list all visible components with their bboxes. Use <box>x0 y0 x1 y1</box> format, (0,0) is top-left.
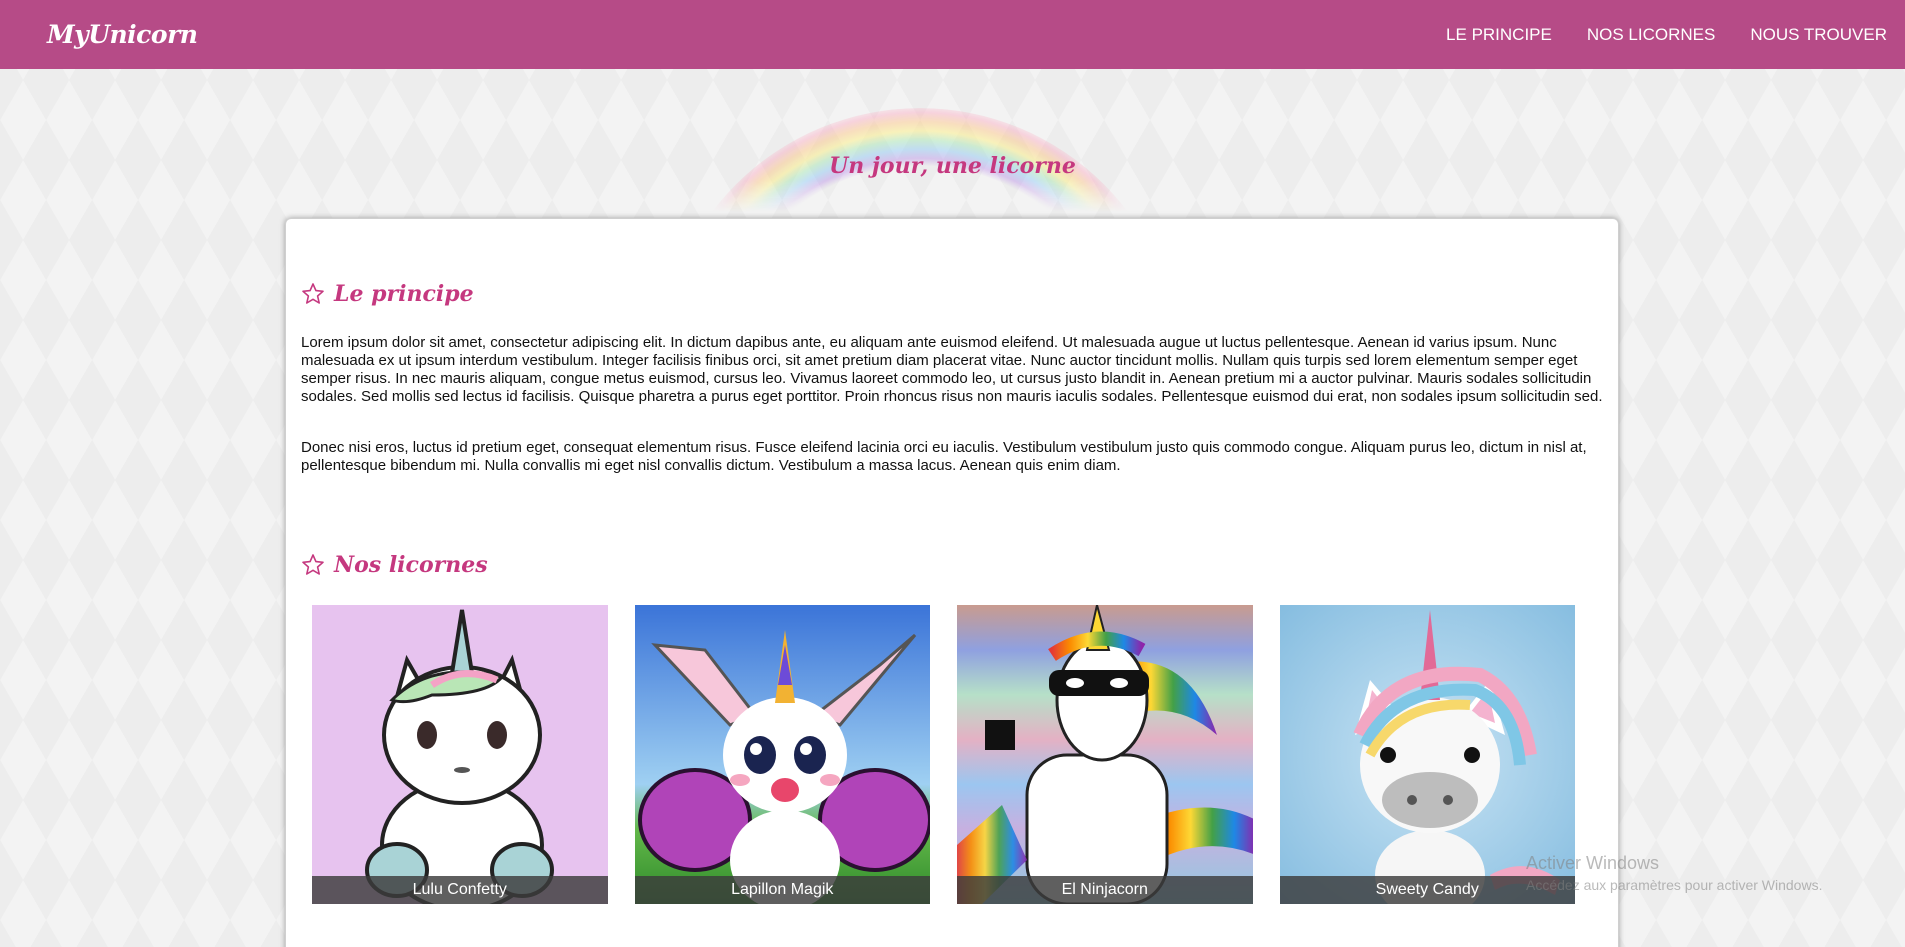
cartoon-unicorn-image <box>312 605 608 904</box>
nav-link-licornes[interactable]: NOS LICORNES <box>1587 25 1715 45</box>
unicorn-card[interactable]: El Ninjacorn <box>957 605 1253 904</box>
nav-link-nous-trouver[interactable]: NOUS TROUVER <box>1750 25 1887 45</box>
brand-logo[interactable]: MyUnicorn <box>47 20 198 49</box>
watermark-title: Activer Windows <box>1526 853 1660 873</box>
hero-tagline: Un jour, une licorne <box>829 153 1076 179</box>
section-title-principe: Le principe <box>301 281 474 307</box>
navbar: MyUnicorn LE PRINCIPE NOS LICORNES NOUS … <box>0 0 1905 69</box>
unicorn-card[interactable]: Lulu Confetty <box>312 605 608 904</box>
unicorn-gallery: Lulu Confetty Lapillon Magik El Ninjacor… <box>312 605 1602 904</box>
content-card: Le principe Lorem ipsum dolor sit amet, … <box>285 218 1619 947</box>
principe-paragraph-2: Donec nisi eros, luctus id pretium eget,… <box>301 439 1587 474</box>
star-outline-icon <box>302 283 324 304</box>
unicorn-name: Lapillon Magik <box>634 876 930 904</box>
unicorn-card[interactable]: Lapillon Magik <box>634 605 930 904</box>
section-title-licornes-text: Nos licornes <box>334 552 488 578</box>
unicorn-name: Lulu Confetty <box>312 876 608 904</box>
watermark-subtitle: Accédez aux paramètres pour activer Wind… <box>1526 877 1823 893</box>
main-menu: LE PRINCIPE NOS LICORNES NOUS TROUVER <box>1411 25 1887 45</box>
windows-activation-watermark: Activer Windows Accédez aux paramètres p… <box>1526 853 1822 893</box>
principe-paragraph-1: Lorem ipsum dolor sit amet, consectetur … <box>301 334 1603 405</box>
nav-link-principe[interactable]: LE PRINCIPE <box>1446 25 1552 45</box>
masked-unicorn-image <box>957 605 1253 904</box>
unicorn-name: El Ninjacorn <box>957 876 1253 904</box>
butterfly-unicorn-image <box>634 605 930 904</box>
section-title-principe-text: Le principe <box>334 281 474 307</box>
star-outline-icon <box>302 554 324 575</box>
section-title-licornes: Nos licornes <box>301 552 488 578</box>
